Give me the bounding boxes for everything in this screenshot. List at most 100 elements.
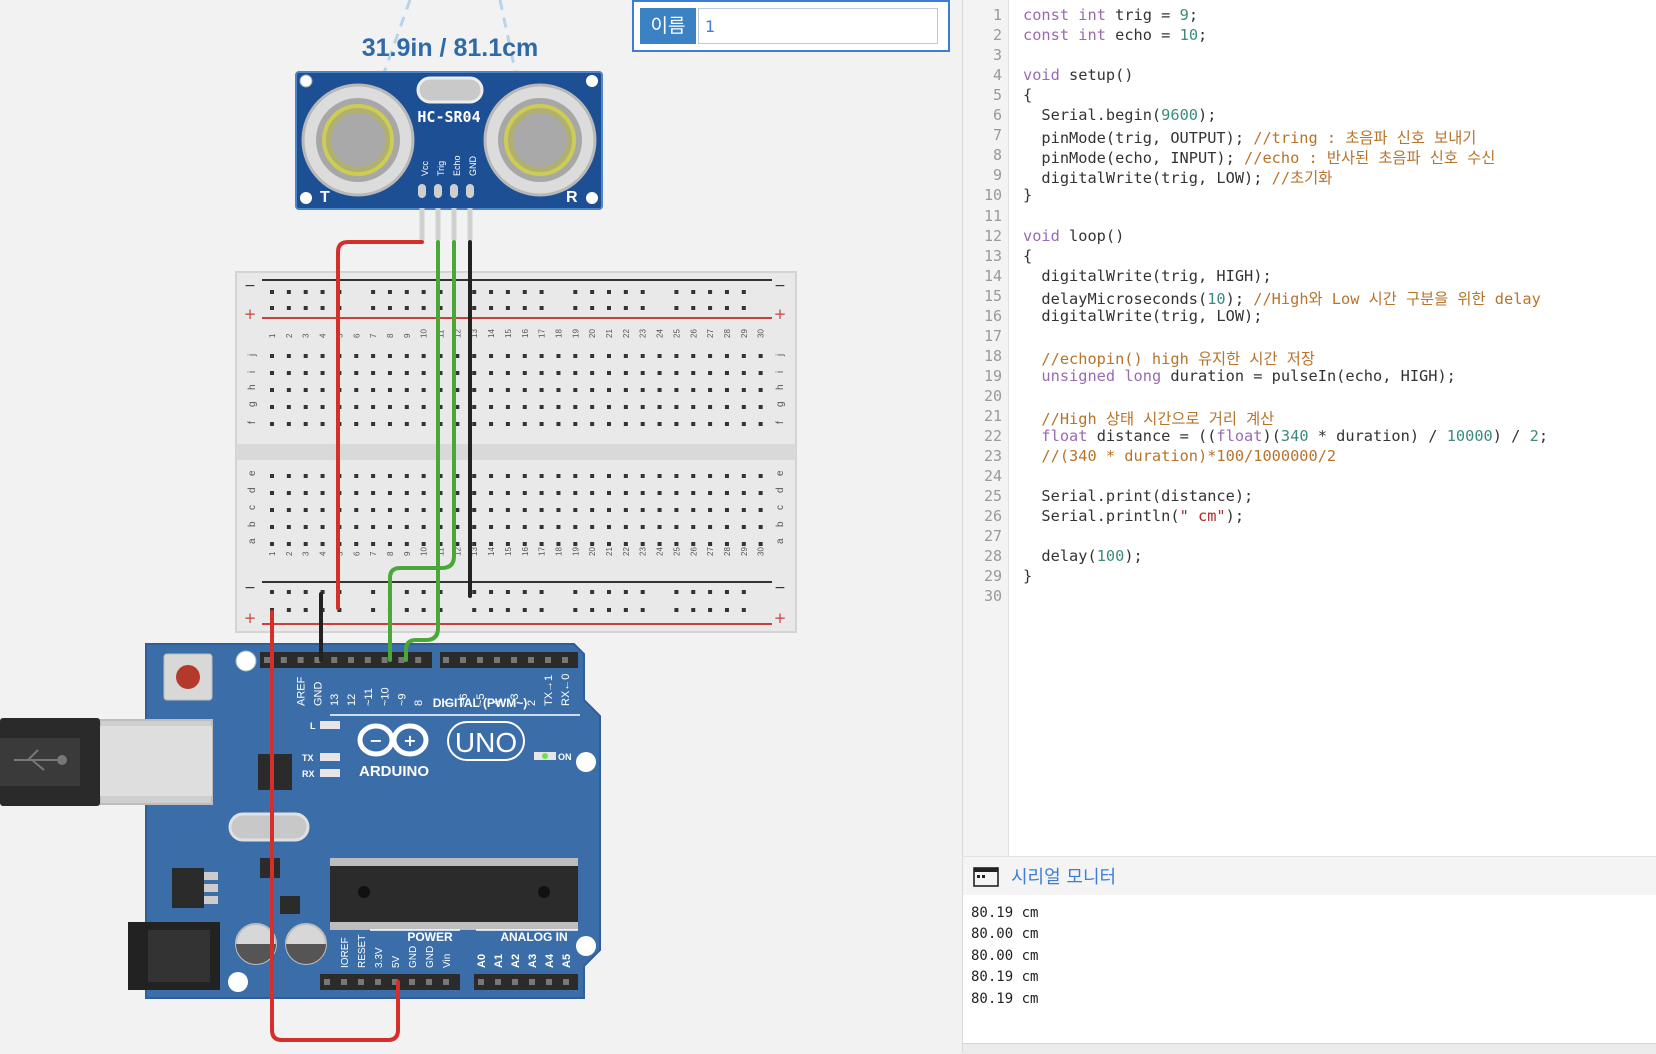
rail-hole[interactable] — [404, 590, 409, 594]
terminal-hole[interactable] — [758, 542, 763, 546]
terminal-hole[interactable] — [489, 542, 494, 546]
terminal-hole[interactable] — [539, 491, 544, 495]
terminal-hole[interactable] — [539, 388, 544, 392]
rail-hole[interactable] — [489, 608, 494, 612]
terminal-hole[interactable] — [708, 474, 713, 478]
header-pin-hole[interactable] — [331, 657, 338, 663]
terminal-hole[interactable] — [640, 405, 645, 409]
rail-hole[interactable] — [640, 290, 645, 294]
terminal-hole[interactable] — [421, 388, 426, 392]
rail-hole[interactable] — [607, 608, 611, 612]
circuit-canvas[interactable]: 31.9in / 81.1cm HC-SR04 T R Vcc Trig Ech… — [0, 0, 960, 1053]
terminal-hole[interactable] — [421, 354, 426, 358]
terminal-hole[interactable] — [539, 371, 544, 375]
terminal-hole[interactable] — [320, 388, 325, 392]
terminal-hole[interactable] — [590, 422, 595, 426]
terminal-hole[interactable] — [724, 474, 729, 478]
rail-hole[interactable] — [741, 590, 746, 594]
terminal-hole[interactable] — [640, 491, 645, 495]
terminal-hole[interactable] — [404, 371, 409, 375]
terminal-hole[interactable] — [674, 388, 679, 392]
terminal-hole[interactable] — [556, 405, 561, 409]
serial-output[interactable]: 80.19 cm 80.19 cm 80.00 cm 80.00 cm 80.19 cm… — [963, 895, 1656, 1043]
rail-hole[interactable] — [640, 608, 645, 612]
rail-hole[interactable] — [421, 590, 426, 594]
terminal-hole[interactable] — [758, 474, 763, 478]
terminal-hole[interactable] — [708, 405, 713, 409]
rail-hole[interactable] — [320, 306, 325, 310]
terminal-hole[interactable] — [539, 542, 544, 546]
rail-hole[interactable] — [270, 590, 274, 594]
terminal-hole[interactable] — [640, 542, 645, 546]
terminal-hole[interactable] — [674, 474, 679, 478]
code-line[interactable]: Serial.print(distance); — [1023, 487, 1253, 505]
power-jack[interactable] — [128, 922, 220, 990]
terminal-hole[interactable] — [387, 525, 392, 529]
hc-sr04-sensor[interactable]: HC-SR04 T R Vcc Trig Echo GND — [295, 71, 603, 210]
code-line[interactable]: digitalWrite(trig, HIGH); — [1023, 267, 1271, 285]
terminal-hole[interactable] — [724, 354, 729, 358]
terminal-hole[interactable] — [522, 422, 527, 426]
rail-hole[interactable] — [286, 608, 291, 612]
rail-hole[interactable] — [472, 608, 477, 612]
terminal-hole[interactable] — [371, 491, 376, 495]
terminal-hole[interactable] — [741, 474, 746, 478]
terminal-hole[interactable] — [724, 422, 729, 426]
rail-hole[interactable] — [623, 306, 628, 310]
terminal-hole[interactable] — [489, 388, 494, 392]
rail-hole[interactable] — [691, 306, 696, 310]
code-line[interactable]: //(340 * duration)*100/1000000/2 — [1023, 447, 1336, 465]
terminal-hole[interactable] — [556, 525, 561, 529]
rail-hole[interactable] — [371, 608, 376, 612]
terminal-hole[interactable] — [758, 422, 763, 426]
code-line[interactable]: { — [1023, 86, 1032, 104]
terminal-hole[interactable] — [489, 354, 494, 358]
terminal-hole[interactable] — [270, 508, 274, 512]
terminal-hole[interactable] — [472, 491, 477, 495]
terminal-hole[interactable] — [623, 525, 628, 529]
terminal-hole[interactable] — [539, 422, 544, 426]
header-pin-hole[interactable] — [562, 657, 568, 663]
header-pin-hole[interactable] — [364, 657, 371, 663]
terminal-hole[interactable] — [505, 422, 510, 426]
power-pin-holes[interactable] — [324, 979, 569, 985]
terminal-hole[interactable] — [522, 388, 527, 392]
terminal-hole[interactable] — [691, 508, 696, 512]
terminal-hole[interactable] — [657, 542, 662, 546]
rail-hole[interactable] — [708, 290, 713, 294]
terminal-hole[interactable] — [404, 388, 409, 392]
rail-hole[interactable] — [489, 290, 494, 294]
terminal-hole[interactable] — [590, 371, 595, 375]
code-line[interactable]: //High 상태 시간으로 거리 계산 — [1023, 407, 1274, 429]
terminal-hole[interactable] — [573, 542, 578, 546]
rail-hole[interactable] — [539, 590, 544, 594]
terminal-hole[interactable] — [573, 422, 578, 426]
rail-hole[interactable] — [590, 306, 595, 310]
terminal-hole[interactable] — [724, 508, 729, 512]
terminal-hole[interactable] — [270, 422, 274, 426]
code-line[interactable]: unsigned long duration = pulseIn(echo, H… — [1023, 367, 1455, 385]
code-editor[interactable]: 1 2 3 4 5 6 7 8 9 10 11 12 13 14 15 16 17 18 19 20 21 22 23 24 2… — [962, 0, 1656, 856]
terminal-hole[interactable] — [691, 474, 696, 478]
header-pin-hole[interactable] — [324, 979, 330, 985]
terminal-hole[interactable] — [354, 405, 359, 409]
terminal-hole[interactable] — [505, 525, 510, 529]
terminal-hole[interactable] — [758, 388, 763, 392]
terminal-hole[interactable] — [404, 354, 409, 358]
terminal-hole[interactable] — [387, 422, 392, 426]
terminal-hole[interactable] — [607, 405, 611, 409]
rail-hole[interactable] — [607, 290, 611, 294]
terminal-hole[interactable] — [741, 405, 746, 409]
header-pin-hole[interactable] — [297, 657, 304, 663]
terminal-hole[interactable] — [472, 525, 477, 529]
code-line[interactable]: const int trig = 9; — [1023, 6, 1198, 24]
analog-header[interactable] — [474, 974, 578, 990]
terminal-hole[interactable] — [741, 371, 746, 375]
code-line[interactable]: pinMode(echo, INPUT); //echo : 반사된 초음파 신… — [1023, 146, 1495, 168]
rail-hole[interactable] — [387, 290, 392, 294]
terminal-hole[interactable] — [607, 371, 611, 375]
arduino-uno-board[interactable]: AREF GND 13 12 ~11 ~10 ~9 8 7 ~6 ~5 4 ~3 2 TX→1 RX←0 DI… — [0, 643, 601, 999]
terminal-hole[interactable] — [623, 542, 628, 546]
terminal-hole[interactable] — [691, 422, 696, 426]
rail-hole[interactable] — [741, 290, 746, 294]
